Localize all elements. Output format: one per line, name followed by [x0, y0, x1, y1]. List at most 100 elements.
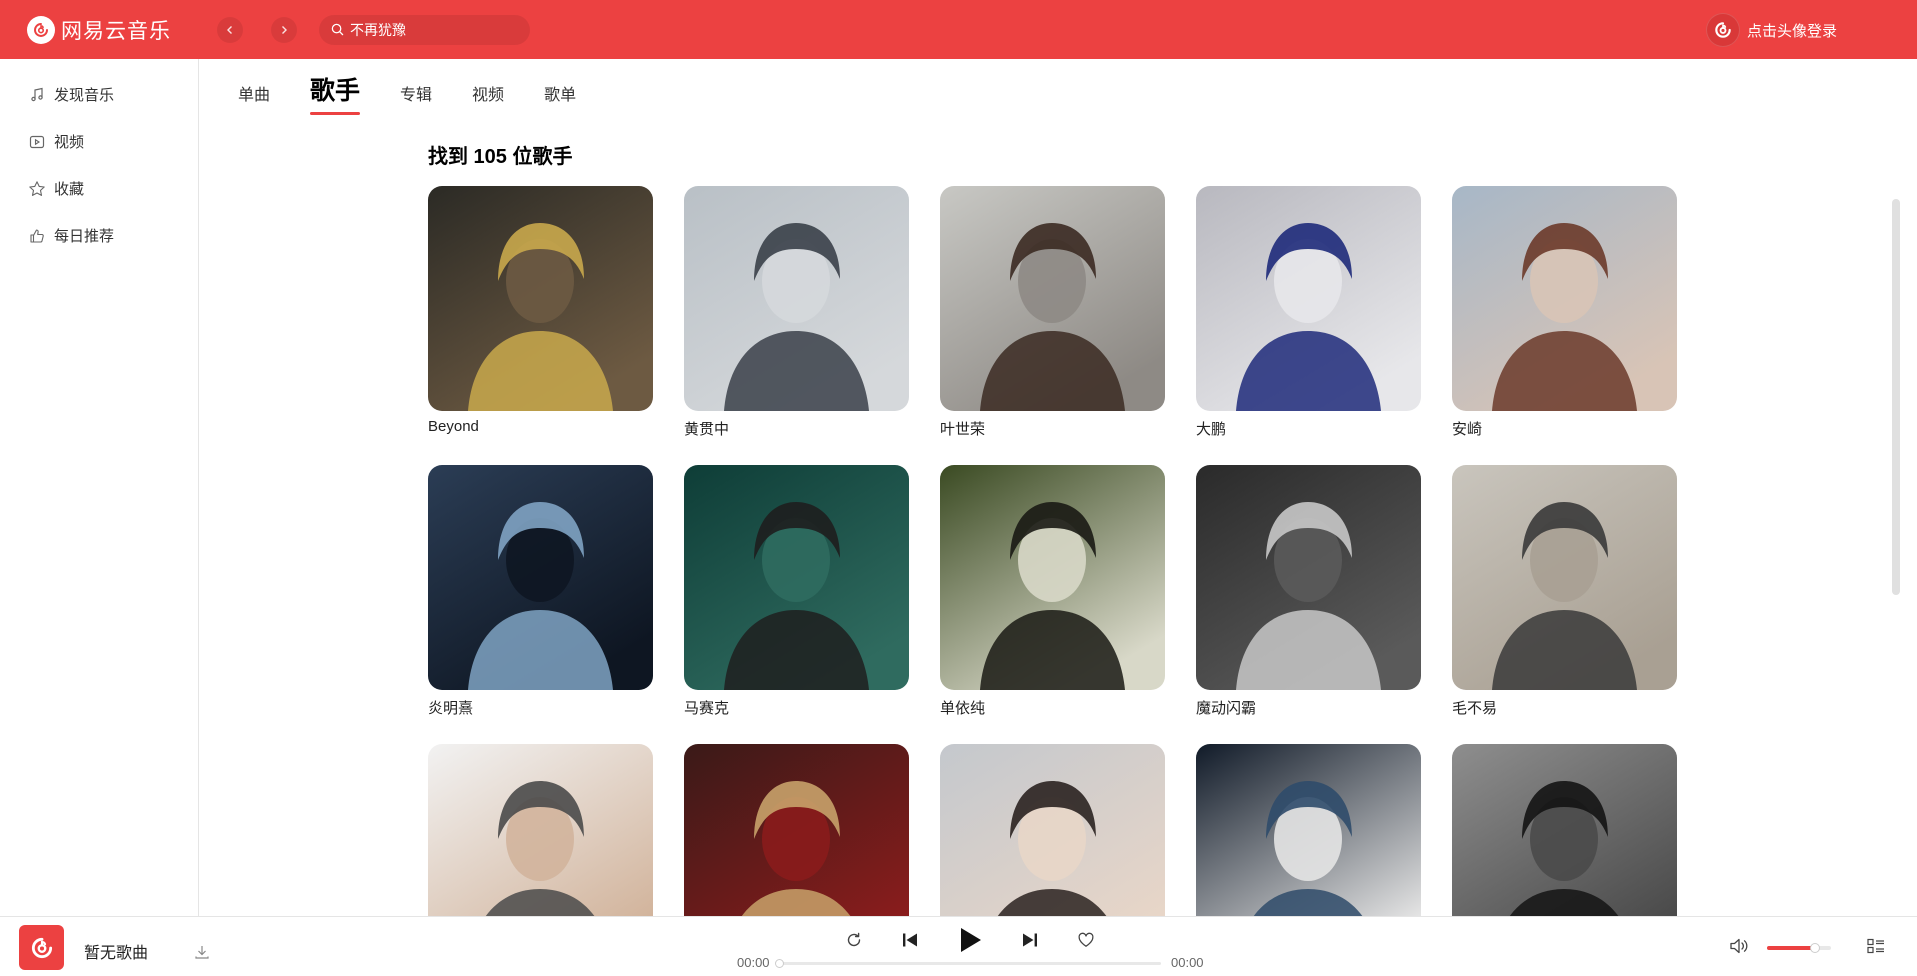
artist-name[interactable]: 马赛克 [684, 697, 909, 718]
sidebar-item-daily[interactable]: 每日推荐 [0, 212, 198, 259]
result-count-title: 找到 105 位歌手 [428, 146, 573, 168]
artist-photo[interactable] [1452, 465, 1677, 690]
artist-photo[interactable] [1196, 744, 1421, 916]
artist-name[interactable]: 单依纯 [940, 697, 1165, 718]
artist-name[interactable]: 毛不易 [1452, 697, 1677, 718]
artist-photo[interactable] [684, 465, 909, 690]
artist-photo[interactable] [428, 744, 653, 916]
artist-name[interactable]: 叶世荣 [940, 418, 1165, 439]
artist-card[interactable] [428, 744, 653, 916]
app-title: 网易云音乐 [61, 19, 171, 43]
artist-photo[interactable] [1196, 465, 1421, 690]
previous-button[interactable] [901, 931, 919, 949]
artist-photo[interactable] [940, 465, 1165, 690]
artist-card[interactable]: 魔动闪霸 [1196, 465, 1421, 744]
netease-logo-icon [27, 15, 55, 44]
artist-name[interactable]: 安崎 [1452, 418, 1677, 439]
artist-card[interactable]: 安崎 [1452, 186, 1677, 465]
album-cover[interactable] [19, 925, 64, 970]
history-nav [217, 16, 297, 43]
play-icon [961, 928, 981, 952]
artist-card[interactable]: Beyond [428, 186, 653, 465]
play-button[interactable] [957, 926, 983, 954]
artist-card[interactable] [940, 744, 1165, 916]
thumbs-up-icon [28, 227, 46, 245]
chevron-left-icon [227, 25, 232, 34]
tab-playlists[interactable]: 歌单 [544, 81, 576, 111]
time-total: 00:00 [1171, 955, 1204, 970]
login-label[interactable]: 点击头像登录 [1747, 20, 1837, 41]
download-button[interactable] [194, 944, 210, 965]
artist-name[interactable]: 炎明熹 [428, 697, 653, 718]
artist-card[interactable] [1196, 744, 1421, 916]
artist-photo[interactable] [428, 465, 653, 690]
artist-photo[interactable] [684, 186, 909, 411]
playlist-button[interactable] [1866, 937, 1886, 960]
tab-songs[interactable]: 单曲 [238, 81, 270, 111]
forward-button[interactable] [271, 16, 297, 43]
music-note-icon [28, 86, 46, 104]
volume-button[interactable] [1729, 937, 1749, 960]
current-song-title: 暂无歌曲 [84, 945, 149, 962]
chevron-right-icon [282, 25, 287, 34]
playback-controls [845, 926, 1095, 954]
progress-bar[interactable] [775, 959, 1161, 968]
artist-photo[interactable] [940, 744, 1165, 916]
tab-videos[interactable]: 视频 [472, 81, 504, 111]
artist-photo[interactable] [1196, 186, 1421, 411]
next-icon [1023, 933, 1037, 947]
netease-logo-icon [31, 937, 52, 958]
artist-photo[interactable] [940, 186, 1165, 411]
top-bar: 网易云音乐 不再犹豫 点击头像登录 [0, 0, 1917, 59]
playlist-icon [1867, 938, 1884, 954]
artist-photo[interactable] [1452, 186, 1677, 411]
artist-grid: Beyond 黄贯中 叶世荣 大鹏 安崎炎明熹 马赛克 单依纯 魔动闪霸 毛不易 [428, 186, 1677, 916]
player-bar: 暂无歌曲 00:00 00:00 [0, 916, 1917, 976]
volume-handle[interactable] [1810, 943, 1820, 953]
artist-name[interactable]: 黄贯中 [684, 418, 909, 439]
volume-icon [1730, 938, 1748, 954]
artist-photo[interactable] [684, 744, 909, 916]
scrollbar[interactable] [1892, 199, 1900, 595]
volume-level [1767, 946, 1815, 950]
time-current: 00:00 [737, 955, 770, 970]
artist-card[interactable]: 大鹏 [1196, 186, 1421, 465]
main-content: 单曲 歌手 专辑 视频 歌单 找到 105 位歌手 Beyond 黄贯中 叶世荣 大鹏… [200, 59, 1900, 916]
artist-name[interactable]: 魔动闪霸 [1196, 697, 1421, 718]
search-input[interactable]: 不再犹豫 [319, 14, 530, 45]
artist-card[interactable]: 单依纯 [940, 465, 1165, 744]
tab-albums[interactable]: 专辑 [400, 81, 432, 111]
sidebar-item-label: 每日推荐 [54, 228, 115, 245]
tab-artists[interactable]: 歌手 [310, 71, 361, 115]
artist-photo[interactable] [428, 186, 653, 411]
sidebar-item-discover[interactable]: 发现音乐 [0, 71, 198, 118]
download-icon [195, 946, 209, 959]
avatar[interactable] [1705, 13, 1740, 47]
next-button[interactable] [1021, 931, 1039, 949]
loop-button[interactable] [845, 931, 863, 949]
login-area[interactable]: 点击头像登录 [1705, 13, 1837, 47]
sidebar-item-favorites[interactable]: 收藏 [0, 165, 198, 212]
artist-card[interactable]: 炎明熹 [428, 465, 653, 744]
heart-icon [1078, 932, 1094, 947]
video-icon [28, 133, 46, 151]
search-icon [331, 23, 344, 36]
back-button[interactable] [217, 16, 243, 43]
progress-handle[interactable] [775, 959, 784, 968]
artist-card[interactable]: 马赛克 [684, 465, 909, 744]
sidebar-item-label: 发现音乐 [54, 87, 115, 104]
artist-name[interactable]: 大鹏 [1196, 418, 1421, 439]
like-button[interactable] [1077, 931, 1095, 949]
artist-card[interactable] [684, 744, 909, 916]
loop-icon [847, 932, 861, 947]
app-logo[interactable]: 网易云音乐 [27, 15, 217, 45]
artist-card[interactable]: 毛不易 [1452, 465, 1677, 744]
result-tabs: 单曲 歌手 专辑 视频 歌单 [238, 71, 616, 115]
artist-card[interactable]: 叶世荣 [940, 186, 1165, 465]
artist-name[interactable]: Beyond [428, 418, 653, 435]
artist-card[interactable]: 黄贯中 [684, 186, 909, 465]
artist-photo[interactable] [1452, 744, 1677, 916]
artist-card[interactable] [1452, 744, 1677, 916]
volume-slider[interactable] [1767, 943, 1831, 953]
sidebar-item-video[interactable]: 视频 [0, 118, 198, 165]
